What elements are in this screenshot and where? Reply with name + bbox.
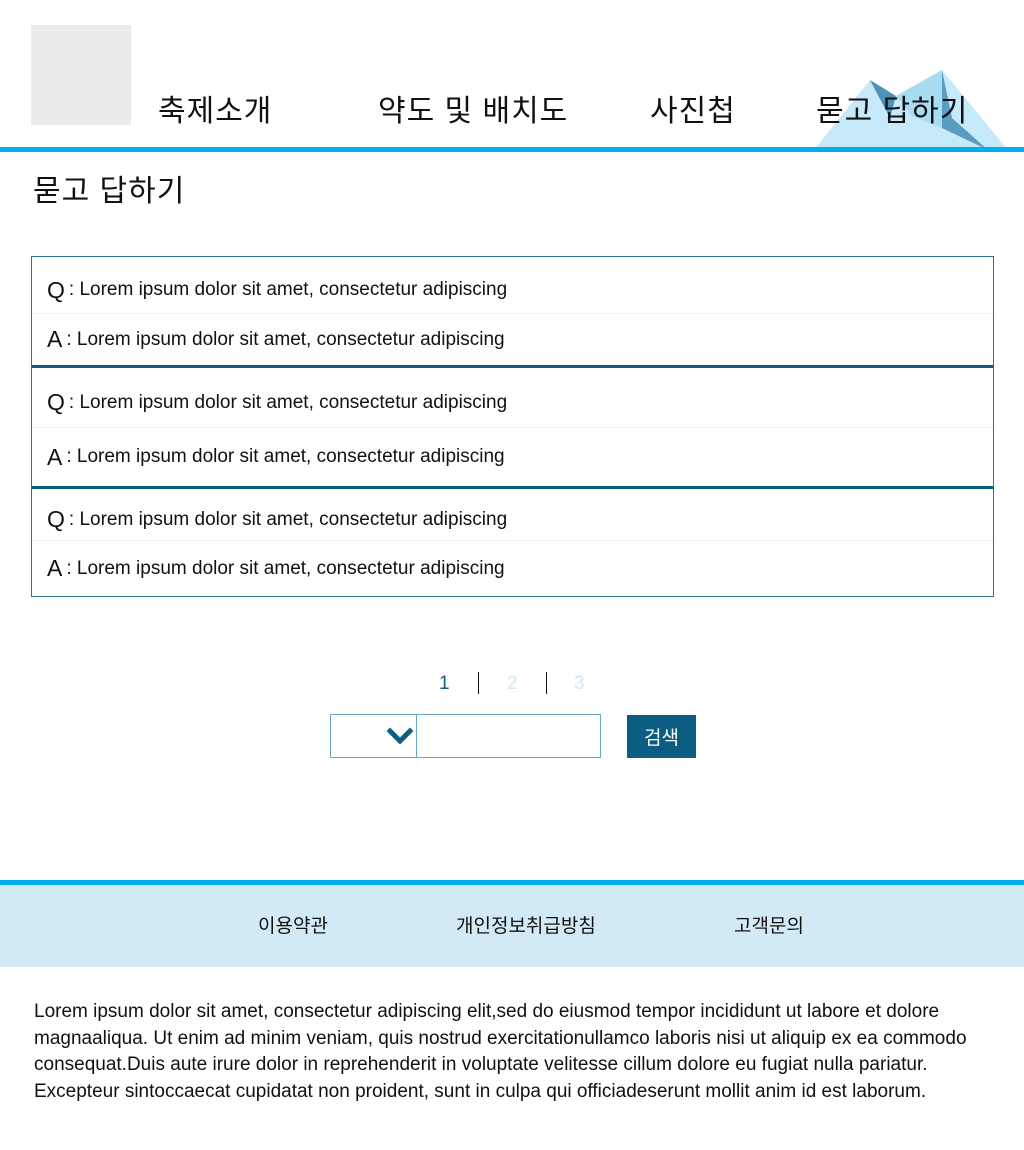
answer-row[interactable]: A : Lorem ipsum dolor sit amet, consecte… [32,428,993,486]
answer-text: : Lorem ipsum dolor sit amet, consectetu… [66,328,505,350]
page-separator [478,672,479,694]
question-mark: Q [47,276,65,303]
question-text: : Lorem ipsum dolor sit amet, consectetu… [68,508,508,530]
question-row[interactable]: Q : Lorem ipsum dolor sit amet, consecte… [32,368,993,428]
site-header: 축제소개 약도 및 배치도 사진첩 묻고 답하기 [0,0,1024,152]
chevron-down-icon [387,727,413,745]
nav-item-map-layout[interactable]: 약도 및 배치도 [378,92,568,132]
page-link-2[interactable]: 2 [507,672,518,696]
answer-row[interactable]: A : Lorem ipsum dolor sit amet, consecte… [32,314,993,365]
question-row[interactable]: Q : Lorem ipsum dolor sit amet, consecte… [32,257,993,314]
search-button[interactable]: 검색 [627,715,696,758]
page-title: 묻고 답하기 [33,175,186,208]
nav-item-festival-intro[interactable]: 축제소개 [158,92,272,132]
nav-item-qna[interactable]: 묻고 답하기 [816,92,968,132]
answer-mark: A [47,443,63,470]
page-separator [546,672,547,694]
answer-row[interactable]: A : Lorem ipsum dolor sit amet, consecte… [32,541,993,596]
qa-item: Q : Lorem ipsum dolor sit amet, consecte… [31,489,994,597]
answer-text: : Lorem ipsum dolor sit amet, consectetu… [66,446,505,467]
nav-item-photo-album[interactable]: 사진첩 [650,92,736,132]
answer-text: : Lorem ipsum dolor sit amet, consectetu… [66,557,505,579]
question-text: : Lorem ipsum dolor sit amet, consectetu… [68,391,508,413]
question-row[interactable]: Q : Lorem ipsum dolor sit amet, consecte… [32,489,993,541]
question-mark: Q [47,506,65,532]
header-divider [0,147,1024,152]
page-link-3[interactable]: 3 [574,672,585,696]
question-mark: Q [47,389,65,415]
question-text: : Lorem ipsum dolor sit amet, consectetu… [68,279,508,300]
qa-item: Q : Lorem ipsum dolor sit amet, consecte… [31,368,994,489]
search-input[interactable] [416,714,601,758]
answer-mark: A [47,555,63,581]
qa-list: Q : Lorem ipsum dolor sit amet, consecte… [31,256,994,597]
search-category-select[interactable] [330,714,416,758]
logo-placeholder[interactable] [31,25,131,125]
answer-mark: A [47,326,63,352]
footer-link-support[interactable]: 고객문의 [734,915,804,939]
footer-link-terms[interactable]: 이용약관 [258,915,328,939]
footer-link-privacy[interactable]: 개인정보취급방침 [456,915,596,939]
qa-item: Q : Lorem ipsum dolor sit amet, consecte… [31,256,994,368]
footer-description: Lorem ipsum dolor sit amet, consectetur … [34,1001,967,1102]
page-link-1[interactable]: 1 [439,672,450,696]
footer-nav: 이용약관 개인정보취급방침 고객문의 [0,885,1024,967]
